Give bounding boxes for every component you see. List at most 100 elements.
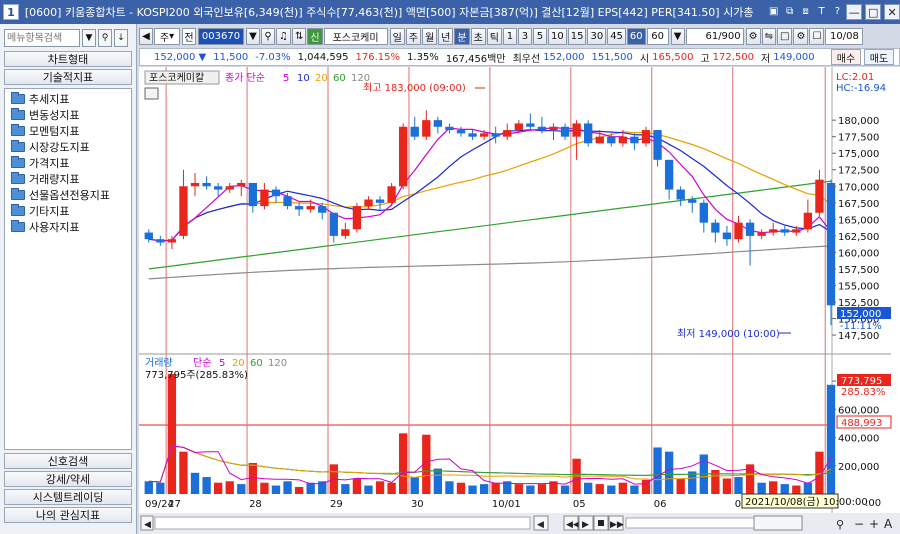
interval-dropdown-icon[interactable]: ▼ — [670, 28, 685, 45]
candle-body — [260, 189, 269, 207]
interval-30[interactable]: 30 — [587, 28, 607, 45]
price-tick-label: 170,000 — [838, 182, 879, 193]
tree-item[interactable]: 모멘텀지표 — [5, 123, 131, 139]
search-icon[interactable]: ⚲ — [98, 29, 112, 47]
speaker-icon[interactable]: ♫ — [276, 28, 291, 45]
zoom-track[interactable] — [625, 517, 757, 529]
close-button[interactable]: ✕ — [884, 4, 900, 20]
zoom-search-icon[interactable]: ⚲ — [836, 518, 844, 531]
candle-body — [584, 123, 593, 144]
minimize-button[interactable]: — — [846, 4, 863, 20]
period-month[interactable]: 월 — [421, 28, 438, 45]
help-icon[interactable]: ? — [831, 6, 843, 18]
volume-bar — [341, 484, 350, 494]
volume-bar — [213, 482, 223, 494]
candle-body — [503, 130, 512, 137]
candle-body — [433, 120, 443, 127]
zoom-reset-icon[interactable]: A — [884, 517, 893, 531]
gear-icon[interactable]: ⚙ — [793, 28, 809, 45]
tree-item[interactable]: 사용자지표 — [5, 219, 131, 235]
interval-1[interactable]: 1 — [502, 28, 517, 45]
zoom-in-icon[interactable]: + — [869, 517, 879, 531]
week-select[interactable]: 주 ▾ — [154, 28, 180, 45]
zoom-preset-button[interactable] — [753, 515, 803, 531]
compare-icon[interactable]: ⇋ — [761, 28, 777, 45]
date-input[interactable]: 10/08 — [825, 28, 864, 45]
volume-bar — [410, 477, 419, 494]
candle-body — [352, 206, 362, 230]
zoom-out-icon[interactable]: − — [854, 517, 864, 531]
period-year[interactable]: 년 — [438, 28, 454, 45]
period-week[interactable]: 주 — [405, 28, 421, 45]
trade-amount: 167,456백만 — [445, 53, 506, 65]
candlestick-chart[interactable]: 147,500150,000152,500155,000157,500160,0… — [139, 67, 900, 534]
system-trading-button[interactable]: 시스템트레이딩 — [4, 489, 132, 505]
sort-icon[interactable]: ⇅ — [291, 28, 307, 45]
folder-icon — [11, 108, 25, 120]
volume-bar — [445, 481, 454, 494]
signal-search-button[interactable]: 신호검색 — [4, 453, 132, 469]
candle-body — [479, 133, 489, 137]
period-minute[interactable]: 분 — [454, 28, 470, 45]
code-dropdown-icon[interactable]: ▼ — [246, 28, 260, 45]
legend-ma60: 60 — [333, 73, 346, 84]
period-tick[interactable]: 틱 — [486, 28, 502, 45]
candle-body — [560, 126, 570, 137]
pin-icon[interactable]: ⧈ — [800, 6, 812, 18]
strength-button[interactable]: 강세/약세 — [4, 471, 132, 487]
count-input[interactable]: 61/900 — [685, 28, 744, 45]
scrollbar-track[interactable] — [154, 516, 531, 530]
tree-item[interactable]: 변동성지표 — [5, 107, 131, 123]
interval-5[interactable]: 5 — [532, 28, 547, 45]
search-dropdown-icon[interactable]: ▼ — [82, 29, 96, 47]
sell-button[interactable]: 매도 — [864, 49, 894, 65]
menu-search-input[interactable] — [4, 29, 80, 47]
interval-15[interactable]: 15 — [567, 28, 587, 45]
window-title: [0600] 키움종합차트 - KOSPI200 외국인보유[6,349(천)]… — [24, 6, 754, 19]
download-icon[interactable]: ↓ — [114, 29, 128, 47]
interval-45[interactable]: 45 — [607, 28, 626, 45]
menu-search: ▼ ⚲ ↓ — [4, 29, 128, 47]
tree-item[interactable]: 추세지표 — [5, 91, 131, 107]
tree-item[interactable]: 선물옵션전용지표 — [5, 187, 131, 203]
candle-body — [757, 232, 766, 236]
tree-item[interactable]: 기타지표 — [5, 203, 131, 219]
interval-input[interactable]: 60 — [646, 28, 669, 45]
save-icon[interactable]: □ — [777, 28, 793, 45]
maximize-button[interactable]: □ — [865, 4, 882, 20]
chart-type-button[interactable]: 차트형태 — [4, 51, 132, 67]
tree-item[interactable]: 시장강도지표 — [5, 139, 131, 155]
volume-bar — [607, 485, 616, 494]
window-number: 1 — [3, 4, 19, 20]
date-checkbox[interactable]: ☐ — [809, 28, 825, 45]
buy-button[interactable]: 매수 — [831, 49, 861, 65]
all-select[interactable]: 전 — [182, 28, 196, 45]
tree-item[interactable]: 거래량지표 — [5, 171, 131, 187]
stock-code-input[interactable]: 003670 — [198, 28, 244, 45]
period-day[interactable]: 일 — [389, 28, 405, 45]
chart-grid-icon[interactable] — [144, 87, 159, 100]
nav-icon[interactable]: ◀ — [139, 28, 153, 45]
price-tick-label: 147,500 — [838, 331, 879, 342]
interval-60[interactable]: 60 — [626, 28, 646, 45]
volume-bar — [399, 433, 408, 494]
search-icon[interactable]: ⚲ — [261, 28, 275, 45]
legend-ma20: 20 — [315, 73, 328, 84]
tree-item[interactable]: 가격지표 — [5, 155, 131, 171]
candle-body — [410, 126, 419, 137]
fast-forward-icon: ▶▶ — [610, 520, 624, 530]
technical-indicator-button[interactable]: 기술적지표 — [4, 69, 132, 85]
volume-bar — [734, 477, 743, 494]
price-tick-label: 157,500 — [838, 265, 879, 276]
settings-icon[interactable]: ⚙ — [745, 28, 761, 45]
interval-10[interactable]: 10 — [547, 28, 567, 45]
period-second[interactable]: 초 — [470, 28, 486, 45]
interval-3[interactable]: 3 — [517, 28, 532, 45]
text-icon[interactable]: T — [816, 6, 828, 18]
volume-ma-label: 단순 — [193, 357, 211, 369]
layout-icon[interactable]: ▣ — [768, 6, 780, 18]
my-indicator-button[interactable]: 나의 관심지표 — [4, 507, 132, 523]
price-tick-label: 167,500 — [838, 199, 879, 210]
candle-body — [607, 136, 616, 144]
copy-icon[interactable]: ⧉ — [784, 6, 796, 18]
